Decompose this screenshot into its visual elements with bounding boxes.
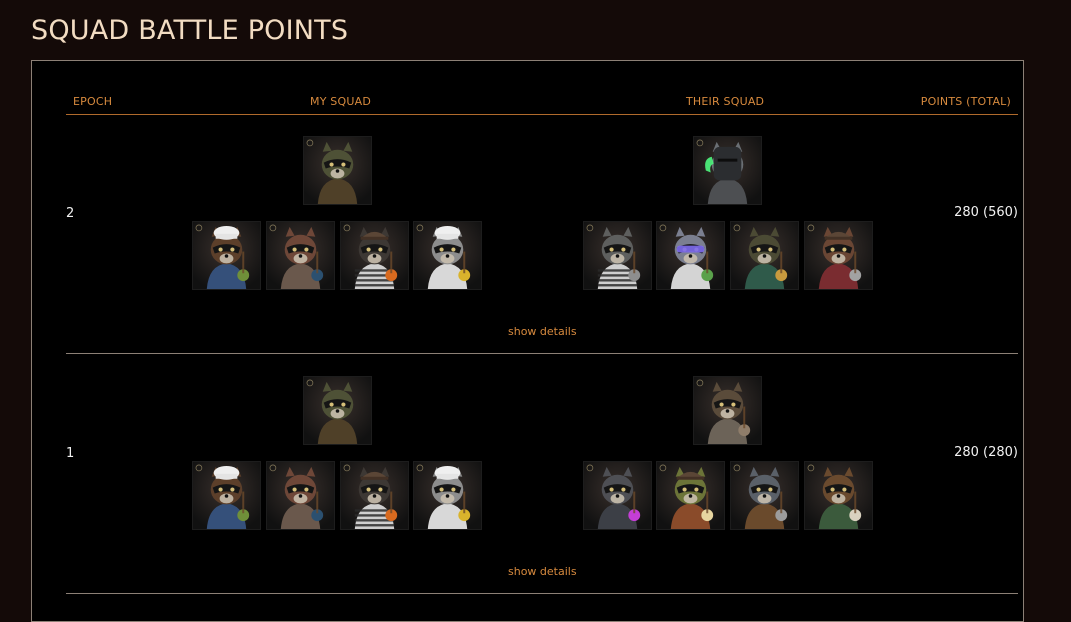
show-details-link[interactable]: show details <box>508 565 577 578</box>
my-squad-member-avatar[interactable] <box>340 221 409 290</box>
their-squad-member-avatar[interactable] <box>730 461 799 530</box>
column-header-my-squad: MY SQUAD <box>310 95 371 108</box>
their-squad-member-avatar[interactable] <box>583 461 652 530</box>
epoch-number: 2 <box>66 206 75 221</box>
their-squad-member-avatar[interactable] <box>656 461 725 530</box>
points-total: 280 (560) <box>954 205 1018 220</box>
their-squad-member-avatar[interactable] <box>730 221 799 290</box>
squad-battle-table: EPOCH MY SQUAD THEIR SQUAD POINTS (TOTAL… <box>31 60 1024 622</box>
my-squad-member-avatar[interactable] <box>413 461 482 530</box>
epoch-number: 1 <box>66 446 75 461</box>
my-squad-member-avatar[interactable] <box>266 461 335 530</box>
their-squad-member-avatar[interactable] <box>656 221 725 290</box>
my-squad-member-avatar[interactable] <box>413 221 482 290</box>
table-row: 1 280 (280) show details <box>32 361 1023 601</box>
header-divider <box>66 114 1018 115</box>
row-divider <box>66 593 1018 594</box>
their-squad-member-avatar[interactable] <box>804 461 873 530</box>
their-squad-leader-avatar[interactable] <box>693 376 762 445</box>
table-row: 2 280 (560) show details <box>32 121 1023 361</box>
my-squad-member-avatar[interactable] <box>340 461 409 530</box>
column-header-their-squad: THEIR SQUAD <box>686 95 765 108</box>
my-squad-leader-avatar[interactable] <box>303 136 372 205</box>
row-divider <box>66 353 1018 354</box>
my-squad-member-avatar[interactable] <box>192 461 261 530</box>
column-header-points: POINTS (TOTAL) <box>920 95 1011 108</box>
their-squad-member-avatar[interactable] <box>804 221 873 290</box>
column-header-epoch: EPOCH <box>73 95 113 108</box>
points-total: 280 (280) <box>954 445 1018 460</box>
my-squad-member-avatar[interactable] <box>266 221 335 290</box>
page-title: SQUAD BATTLE POINTS <box>31 15 349 46</box>
show-details-link[interactable]: show details <box>508 325 577 338</box>
my-squad-member-avatar[interactable] <box>192 221 261 290</box>
my-squad-leader-avatar[interactable] <box>303 376 372 445</box>
their-squad-member-avatar[interactable] <box>583 221 652 290</box>
their-squad-leader-avatar[interactable] <box>693 136 762 205</box>
